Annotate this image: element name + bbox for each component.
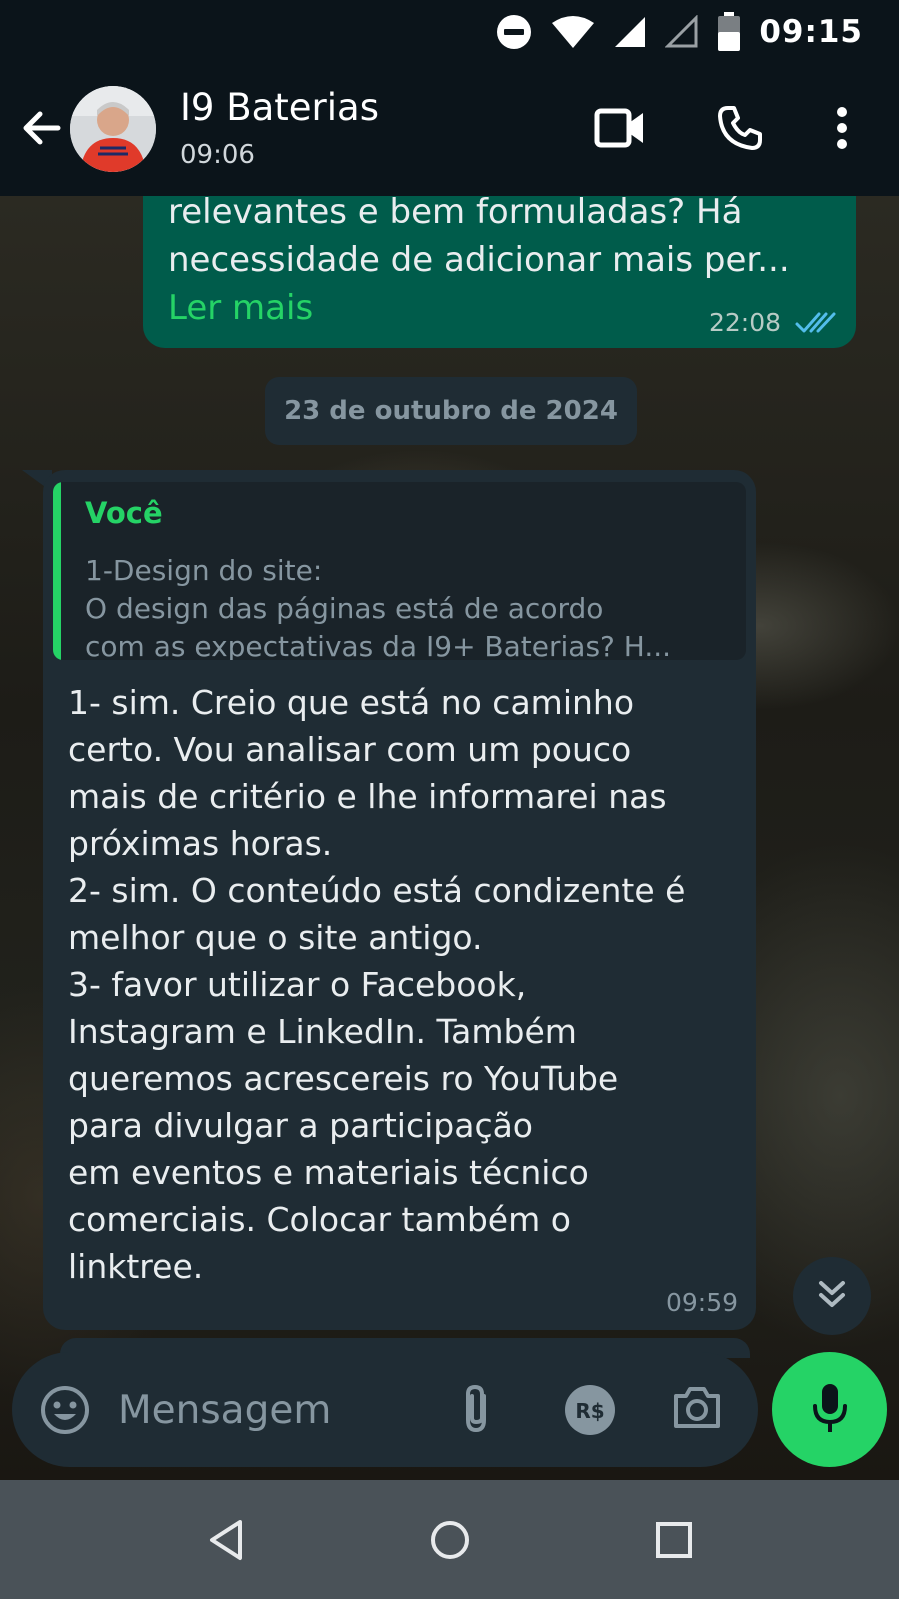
voice-call-icon[interactable] bbox=[712, 100, 768, 156]
quote-bar bbox=[53, 482, 61, 660]
attach-icon[interactable] bbox=[458, 1382, 494, 1440]
quote-line: 1-Design do site: bbox=[85, 554, 323, 587]
message-text-line: 2- sim. O conteúdo está condizente é bbox=[68, 871, 686, 910]
message-text-line: linktree. bbox=[68, 1247, 204, 1286]
payment-icon[interactable]: R$ bbox=[564, 1384, 616, 1440]
video-call-icon[interactable] bbox=[592, 100, 648, 156]
nav-back-icon[interactable] bbox=[196, 1510, 256, 1570]
voice-record-button[interactable] bbox=[772, 1352, 887, 1467]
microphone-icon bbox=[810, 1382, 850, 1438]
compose-bar: R$ bbox=[12, 1352, 758, 1467]
message-text-line: mais de critério e lhe informarei nas bbox=[68, 777, 667, 816]
incoming-message[interactable]: Você 1-Design do site: O design das pági… bbox=[43, 470, 756, 1330]
message-input[interactable] bbox=[116, 1374, 440, 1446]
more-options-icon[interactable] bbox=[826, 100, 858, 156]
camera-icon[interactable] bbox=[672, 1384, 722, 1434]
message-text-line: em eventos e materiais técnico bbox=[68, 1153, 589, 1192]
message-text-line: 1- sim. Creio que está no caminho bbox=[68, 683, 635, 722]
chat-screen: 09:15 I9 Baterias 09:06 relevantes e bem… bbox=[0, 0, 899, 1599]
scroll-to-bottom-button[interactable] bbox=[793, 1257, 871, 1335]
read-more-link[interactable]: Ler mais bbox=[168, 288, 313, 328]
quote-line: com as expectativas da I9+ Baterias? H..… bbox=[85, 630, 672, 660]
message-text-line: comerciais. Colocar também o bbox=[68, 1200, 571, 1239]
message-text-line: próximas horas. bbox=[68, 824, 333, 863]
signal-empty-icon bbox=[665, 15, 699, 49]
message-text-line: 3- favor utilizar o Facebook, bbox=[68, 965, 527, 1004]
do-not-disturb-icon bbox=[495, 13, 533, 51]
contact-avatar[interactable] bbox=[70, 86, 156, 172]
battery-icon bbox=[717, 12, 741, 52]
last-seen: 09:06 bbox=[180, 140, 255, 170]
signal-icon bbox=[613, 15, 647, 49]
read-receipt-icon bbox=[794, 310, 838, 340]
message-text-line: Instagram e LinkedIn. Também bbox=[68, 1012, 577, 1051]
system-navigation-bar bbox=[0, 1480, 899, 1599]
chat-header: I9 Baterias 09:06 bbox=[0, 64, 899, 196]
wifi-icon bbox=[551, 15, 595, 49]
message-time: 09:59 bbox=[665, 1288, 738, 1317]
status-bar: 09:15 bbox=[0, 0, 899, 64]
message-text-line: necessidade de adicionar mais per... bbox=[168, 240, 790, 280]
message-text-line: relevantes e bem formuladas? Há bbox=[168, 192, 743, 232]
double-chevron-down-icon bbox=[815, 1277, 849, 1315]
emoji-icon[interactable] bbox=[40, 1385, 90, 1439]
date-divider: 23 de outubro de 2024 bbox=[265, 377, 637, 445]
quote-author: Você bbox=[85, 496, 163, 530]
quote-line: O design das páginas está de acordo bbox=[85, 592, 604, 625]
message-text-line: certo. Vou analisar com um pouco bbox=[68, 730, 632, 769]
message-text-line: queremos acrescereis ro YouTube bbox=[68, 1059, 619, 1098]
message-text-line: para divulgar a participação bbox=[68, 1106, 533, 1145]
message-text-line: melhor que o site antigo. bbox=[68, 918, 483, 957]
payment-label: R$ bbox=[575, 1399, 604, 1423]
message-time: 22:08 bbox=[708, 308, 781, 337]
nav-recents-icon[interactable] bbox=[644, 1510, 704, 1570]
back-arrow-icon[interactable] bbox=[18, 104, 66, 152]
quoted-message[interactable]: Você 1-Design do site: O design das pági… bbox=[53, 482, 746, 660]
status-time: 09:15 bbox=[759, 14, 863, 50]
nav-home-icon[interactable] bbox=[420, 1510, 480, 1570]
contact-name[interactable]: I9 Baterias bbox=[180, 86, 379, 129]
